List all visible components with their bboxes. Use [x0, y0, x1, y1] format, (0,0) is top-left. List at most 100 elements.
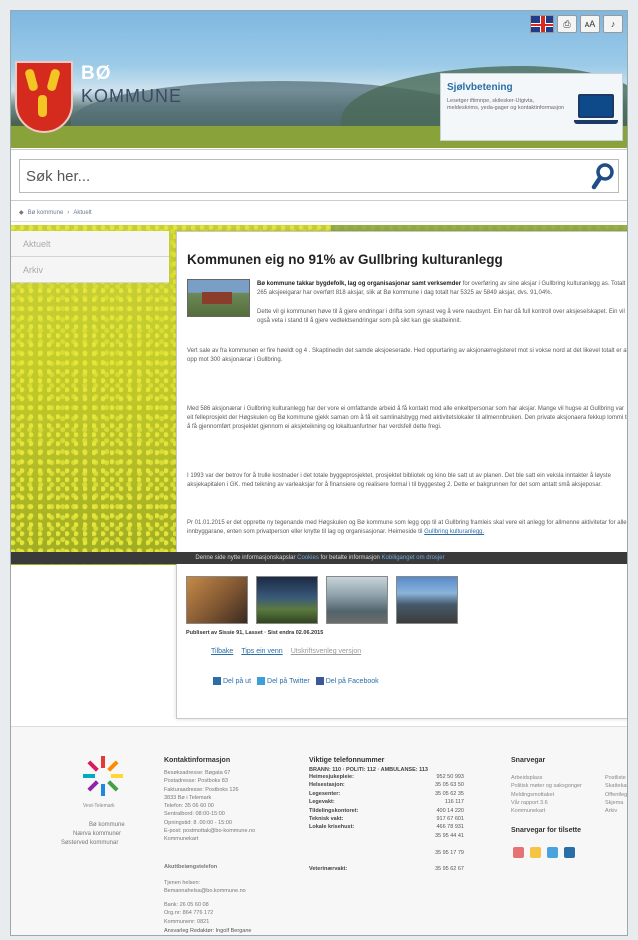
article-paragraph: Dette vil gi kommunen høve til å gjere e…: [257, 309, 625, 325]
gullbring-link[interactable]: Gullbring kulturanlegg.: [424, 529, 484, 535]
phone-number[interactable]: 35 05 63 50: [435, 782, 464, 790]
laptop-icon: [578, 94, 614, 118]
brand-name[interactable]: BØ: [81, 63, 112, 85]
phone-row: Helsestasjon: 35 05 63 50: [309, 782, 464, 790]
search-icon[interactable]: [591, 162, 615, 190]
article-thumbnail[interactable]: [187, 279, 250, 317]
shortcut-link[interactable]: Politisk møter og saksgonger: [511, 782, 582, 790]
selfservice-box[interactable]: Sjølvbetening Lesetger iftimnpe, skilesk…: [440, 73, 623, 141]
phone-number[interactable]: 466 78 931: [436, 824, 464, 832]
phone-number[interactable]: 400 14 220: [436, 808, 464, 816]
phone-number[interactable]: 35 05 62 35: [435, 791, 464, 799]
phone-list: Heimesjukepleie: 952 50 993 Helsestasjon:…: [309, 774, 464, 875]
gallery-image[interactable]: [326, 576, 388, 624]
speaker-icon[interactable]: ♪: [603, 15, 623, 33]
email-link[interactable]: E-post: postmottak@bo-kommune.no: [164, 827, 255, 835]
article-paragraph: Pr 01.01.2015 er det opprette ny tegenan…: [187, 519, 627, 537]
back-link[interactable]: Tilbake: [211, 648, 233, 655]
share-links: Del på ut Del på Twitter Del på Facebook: [213, 677, 379, 685]
share-item[interactable]: Del på Facebook: [315, 677, 379, 685]
article-lead-bold: Bø kommune takkar bygdefolk, lag og orga…: [257, 281, 462, 287]
article-paragraph: I 1993 var der betrov for å trulle kostn…: [187, 473, 611, 489]
share-label: Del på ut: [223, 677, 252, 685]
print-version-link[interactable]: Utskriftsvenleg versjon: [291, 648, 361, 655]
phone-row: [309, 858, 464, 866]
article-lead: Bø kommune takkar bygdefolk, lag og orga…: [257, 280, 627, 298]
editor-line: Ansvarleg Redaktør: Ingolf Bergane: [164, 928, 252, 934]
emergency-line[interactable]: Bemannahelsa@bo.kommune.no: [164, 887, 246, 895]
gallery-image[interactable]: [186, 576, 248, 624]
shortcut-link[interactable]: Vår rapport 3.6: [511, 799, 582, 807]
coat-of-arms-icon[interactable]: [15, 61, 73, 133]
shortcut-link[interactable]: Meldingsmottaket: [511, 791, 582, 799]
english-flag-icon[interactable]: [530, 15, 554, 33]
share-label: Del på Facebook: [325, 677, 379, 685]
cookie-text: Denne side nytte informasjonskapslar: [195, 555, 296, 561]
map-link[interactable]: Kommunekart: [164, 835, 255, 843]
bank-line: Bank: 26 05 60 08: [164, 902, 209, 908]
share-label: Del på Twitter: [267, 677, 310, 685]
page-frame: BØ KOMMUNE ⎙ ᴀA ♪ Sjølvbetening Lesetger…: [10, 10, 628, 936]
header-toolbar: ⎙ ᴀA ♪: [530, 15, 623, 33]
shortcut-link[interactable]: Kommunekart: [511, 807, 582, 815]
staff-tool-icon[interactable]: [564, 847, 575, 858]
shortcut-link[interactable]: Postliste: [605, 774, 627, 782]
staff-shortcuts-title: Snarvegar for tilsette: [511, 827, 582, 834]
bank-line: Org.nr: 864 776 172: [164, 910, 214, 917]
share-item[interactable]: Del på ut: [213, 677, 251, 685]
phone-row: Lokale krisehust: 466 78 931: [309, 824, 464, 832]
search-input[interactable]: [19, 159, 619, 193]
footer-link[interactable]: Bø kommune: [89, 821, 125, 830]
gallery-image[interactable]: [256, 576, 318, 624]
staff-tool-icon[interactable]: [547, 847, 558, 858]
staff-tool-icon[interactable]: [513, 847, 524, 858]
phone-number[interactable]: 35 95 17 79: [435, 850, 464, 858]
sidenav-item-aktuelt[interactable]: Aktuelt: [11, 231, 169, 257]
selfservice-desc: Lesetger iftimnpe, skilesker-Utgivta, me…: [447, 98, 565, 111]
phone-number[interactable]: 35 95 44 41: [435, 833, 464, 841]
share-item[interactable]: Del på Twitter: [257, 677, 310, 685]
cookie-link[interactable]: Cookies: [297, 555, 319, 561]
article-links: Tilbake Tips ein venn Utskriftsvenleg ve…: [211, 648, 361, 655]
footer-link[interactable]: Nærva kommuner: [73, 830, 121, 839]
shortcut-link[interactable]: Arkiv: [605, 807, 627, 815]
contact-lines: Besøksadresse: Bøgata 67 Postadresse: Po…: [164, 769, 255, 844]
shortcut-link[interactable]: Skattekart: [605, 782, 627, 790]
vest-telemark-logo-icon[interactable]: [81, 754, 125, 798]
phone-row: 35 95 44 41: [309, 833, 464, 841]
tip-friend-link[interactable]: Tips ein venn: [241, 648, 282, 655]
phone-number[interactable]: 35 95 62 67: [435, 866, 464, 874]
shortcut-link[interactable]: Arbeidsplass: [511, 774, 582, 782]
footer-link[interactable]: Søsterved kommunar: [61, 839, 118, 848]
brand-subtitle[interactable]: KOMMUNE: [81, 86, 182, 107]
home-icon[interactable]: ◆: [19, 209, 24, 216]
print-icon[interactable]: ⎙: [557, 15, 577, 33]
sidenav-item-arkiv[interactable]: Arkiv: [11, 257, 169, 283]
cookie-info-link[interactable]: Kobiliganget om drosjer: [382, 555, 445, 561]
shortcut-link[interactable]: Skjema: [605, 799, 627, 807]
search-bar: [11, 149, 627, 201]
staff-shortcuts: [513, 847, 575, 858]
phone-label: Lokale krisehust:: [309, 824, 355, 831]
text-size-icon[interactable]: ᴀA: [580, 15, 600, 33]
phone-number[interactable]: 116 117: [445, 799, 464, 807]
article-caption: Publisert av Sissie 91, Lasset · Sist en…: [186, 630, 324, 636]
phone-number[interactable]: 917 67 601: [436, 816, 464, 824]
shortcut-link[interactable]: Offentleg: [605, 791, 627, 799]
phone-label: Teknisk vakt:: [309, 815, 344, 822]
image-gallery: [186, 576, 458, 624]
contact-line: Besøksadresse: Bøgata 67: [164, 770, 231, 776]
breadcrumb-separator: ›: [67, 209, 70, 216]
breadcrumb-home[interactable]: Bø kommune: [28, 210, 64, 216]
emergency-label[interactable]: Akuttbeiøngstelefon: [164, 863, 217, 871]
phone-number[interactable]: 952 50 993: [436, 774, 464, 782]
gallery-image[interactable]: [396, 576, 458, 624]
breadcrumb-current[interactable]: Aktuelt: [73, 210, 91, 216]
cookie-bar: Denne side nytte informasjonskapslar Coo…: [11, 552, 627, 564]
staff-tool-icon[interactable]: [530, 847, 541, 858]
twitter-icon: [257, 677, 266, 685]
article-paragraph: Med 586 aksjonærar i Gullbring kulturanl…: [187, 406, 628, 431]
shortcuts-list-right: Postliste Skattekart Offentleg Skjema Ar…: [605, 774, 627, 815]
article-title: Kommunen eig no 91% av Gullbring kultura…: [187, 252, 503, 267]
emergency-line: Tjenen helsen:: [164, 880, 201, 886]
